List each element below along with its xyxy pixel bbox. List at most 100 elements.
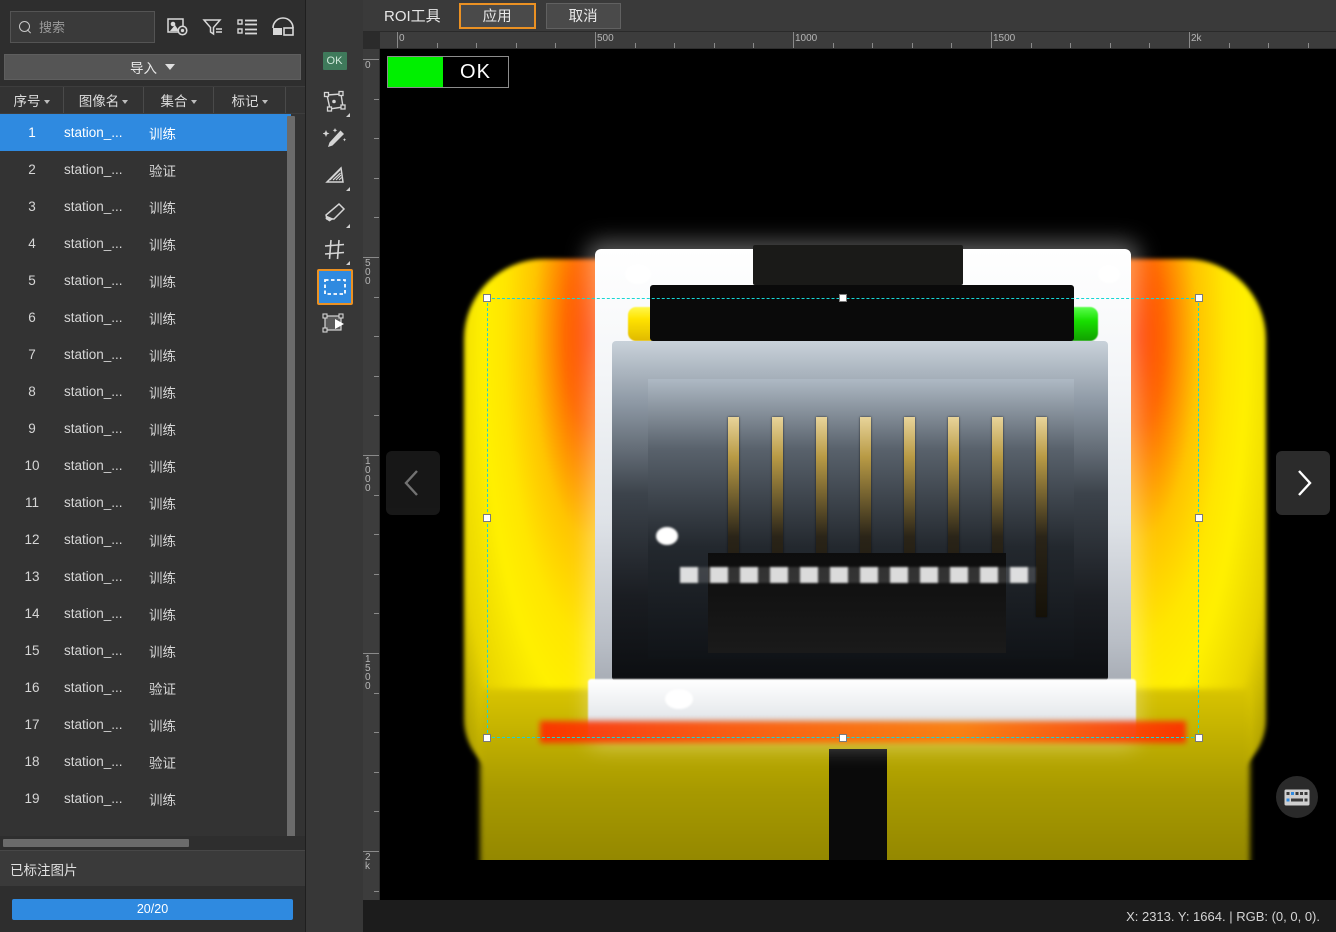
canvas-area: 0 500 1000 1500 2k OK [363, 49, 1336, 900]
list-vertical-scrollbar[interactable] [287, 116, 295, 836]
table-row[interactable]: 9 station_... 训练 [0, 410, 291, 447]
cell-set: 训练 [149, 200, 176, 216]
table-row[interactable]: 19 station_... 训练 [0, 780, 291, 817]
column-header-mark[interactable]: 标记 [214, 87, 286, 113]
filter-icon[interactable] [201, 16, 225, 38]
ok-label-badge[interactable]: OK [322, 52, 347, 70]
cell-image-name: station_... [64, 680, 123, 695]
status-badge: OK [387, 56, 509, 88]
sort-arrow-icon [190, 100, 197, 104]
cell-set: 训练 [149, 274, 176, 290]
cell-image-name: station_... [64, 754, 123, 769]
roi-resize-handle[interactable] [483, 294, 491, 302]
column-header-set[interactable]: 集合 [144, 87, 214, 113]
table-row[interactable]: 8 station_... 训练 [0, 373, 291, 410]
vertical-ruler: 0 500 1000 1500 2k [363, 49, 380, 900]
specular-highlight [625, 264, 651, 284]
cell-index: 19 [24, 791, 40, 806]
sort-arrow-icon [122, 100, 129, 104]
column-header-image-name[interactable]: 图像名 [64, 87, 144, 113]
gradient-tool[interactable] [317, 158, 353, 194]
search-box[interactable] [10, 11, 155, 43]
table-row[interactable]: 18 station_... 验证 [0, 743, 291, 780]
import-button-label: 导入 [130, 61, 157, 76]
table-row[interactable]: 11 station_... 训练 [0, 484, 291, 521]
scrollbar-thumb[interactable] [3, 839, 189, 847]
ruler-label: 0 [365, 60, 371, 71]
import-button[interactable]: 导入 [4, 54, 301, 80]
search-input[interactable] [39, 19, 146, 35]
status-color-swatch [388, 57, 443, 87]
tool-submenu-indicator [345, 224, 350, 228]
table-row[interactable]: 14 station_... 训练 [0, 595, 291, 632]
cell-image-name: station_... [64, 236, 123, 251]
image-list-rows: 1 station_... 训练 2 station_... 验证 3 station_...… [0, 114, 291, 836]
image-viewport[interactable]: OK [380, 49, 1336, 900]
cell-set: 训练 [149, 570, 176, 586]
rect-select-tool[interactable] [316, 269, 353, 305]
cell-image-name: station_... [64, 791, 123, 806]
next-image-button[interactable] [1276, 451, 1330, 515]
table-row[interactable]: 7 station_... 训练 [0, 336, 291, 373]
cell-index: 16 [24, 680, 40, 695]
roi-resize-handle[interactable] [1195, 734, 1203, 742]
column-label: 标记 [231, 94, 259, 109]
list-view-icon[interactable] [236, 16, 260, 38]
polygon-tool[interactable] [317, 84, 353, 120]
ruler-label: 1500 [365, 654, 371, 692]
ruler-label: 500 [597, 33, 614, 44]
roi-resize-handle[interactable] [483, 734, 491, 742]
roi-resize-handle[interactable] [1195, 514, 1203, 522]
tool-submenu-indicator [345, 187, 350, 191]
table-row[interactable]: 2 station_... 验证 [0, 151, 291, 188]
roi-resize-handle[interactable] [483, 514, 491, 522]
table-row[interactable]: 4 station_... 训练 [0, 225, 291, 262]
table-row[interactable]: 3 station_... 训练 [0, 188, 291, 225]
table-header: 序号 图像名 集合 标记 [0, 86, 305, 114]
eraser-tool[interactable] [317, 195, 353, 231]
transform-tool[interactable] [317, 306, 353, 342]
cell-image-name: station_... [64, 162, 123, 177]
table-row[interactable]: 10 station_... 训练 [0, 447, 291, 484]
column-header-index[interactable]: 序号 [0, 87, 64, 113]
ruler-label: 0 [399, 33, 405, 44]
ruler-label: 1000 [795, 33, 818, 44]
status-badge-label: OK [443, 57, 508, 87]
prev-image-button[interactable] [386, 451, 440, 515]
table-row[interactable]: 16 station_... 验证 [0, 669, 291, 706]
list-horizontal-scrollbar[interactable] [0, 836, 305, 850]
roi-toolbar: ROI工具 应用 取消 [363, 0, 1336, 32]
roi-resize-handle[interactable] [839, 734, 847, 742]
table-row[interactable]: 1 station_... 训练 [0, 114, 291, 151]
image-list-panel: 导入 序号 图像名 集合 标记 1 station_... 训练 2 station_.… [0, 0, 306, 932]
cell-image-name: station_... [64, 199, 123, 214]
table-row[interactable]: 12 station_... 训练 [0, 521, 291, 558]
cell-image-name: station_... [64, 310, 123, 325]
magic-brush-tool[interactable] [317, 121, 353, 157]
cell-index: 13 [24, 569, 40, 584]
cell-set: 训练 [149, 792, 176, 808]
cell-set: 训练 [149, 496, 176, 512]
apply-button[interactable]: 应用 [458, 2, 536, 29]
table-row[interactable]: 13 station_... 训练 [0, 558, 291, 595]
ruler-label: 1500 [993, 33, 1016, 44]
table-row[interactable]: 17 station_... 训练 [0, 706, 291, 743]
cell-set: 训练 [149, 644, 176, 660]
grid-tool[interactable] [317, 232, 353, 268]
specular-highlight [1098, 265, 1120, 283]
sort-arrow-icon [261, 100, 268, 104]
roi-resize-handle[interactable] [839, 294, 847, 302]
table-row[interactable]: 5 station_... 训练 [0, 262, 291, 299]
cell-index: 8 [28, 384, 36, 399]
search-toolbar [0, 0, 305, 54]
keyboard-shortcuts-button[interactable] [1276, 776, 1318, 818]
roi-resize-handle[interactable] [1195, 294, 1203, 302]
cell-image-name: station_... [64, 421, 123, 436]
cell-set: 训练 [149, 348, 176, 364]
image-settings-icon[interactable] [166, 16, 190, 38]
table-row[interactable]: 6 station_... 训练 [0, 299, 291, 336]
compare-view-icon[interactable] [271, 16, 295, 38]
table-row[interactable]: 15 station_... 训练 [0, 632, 291, 669]
cell-index: 10 [24, 458, 40, 473]
cancel-button[interactable]: 取消 [545, 2, 621, 29]
